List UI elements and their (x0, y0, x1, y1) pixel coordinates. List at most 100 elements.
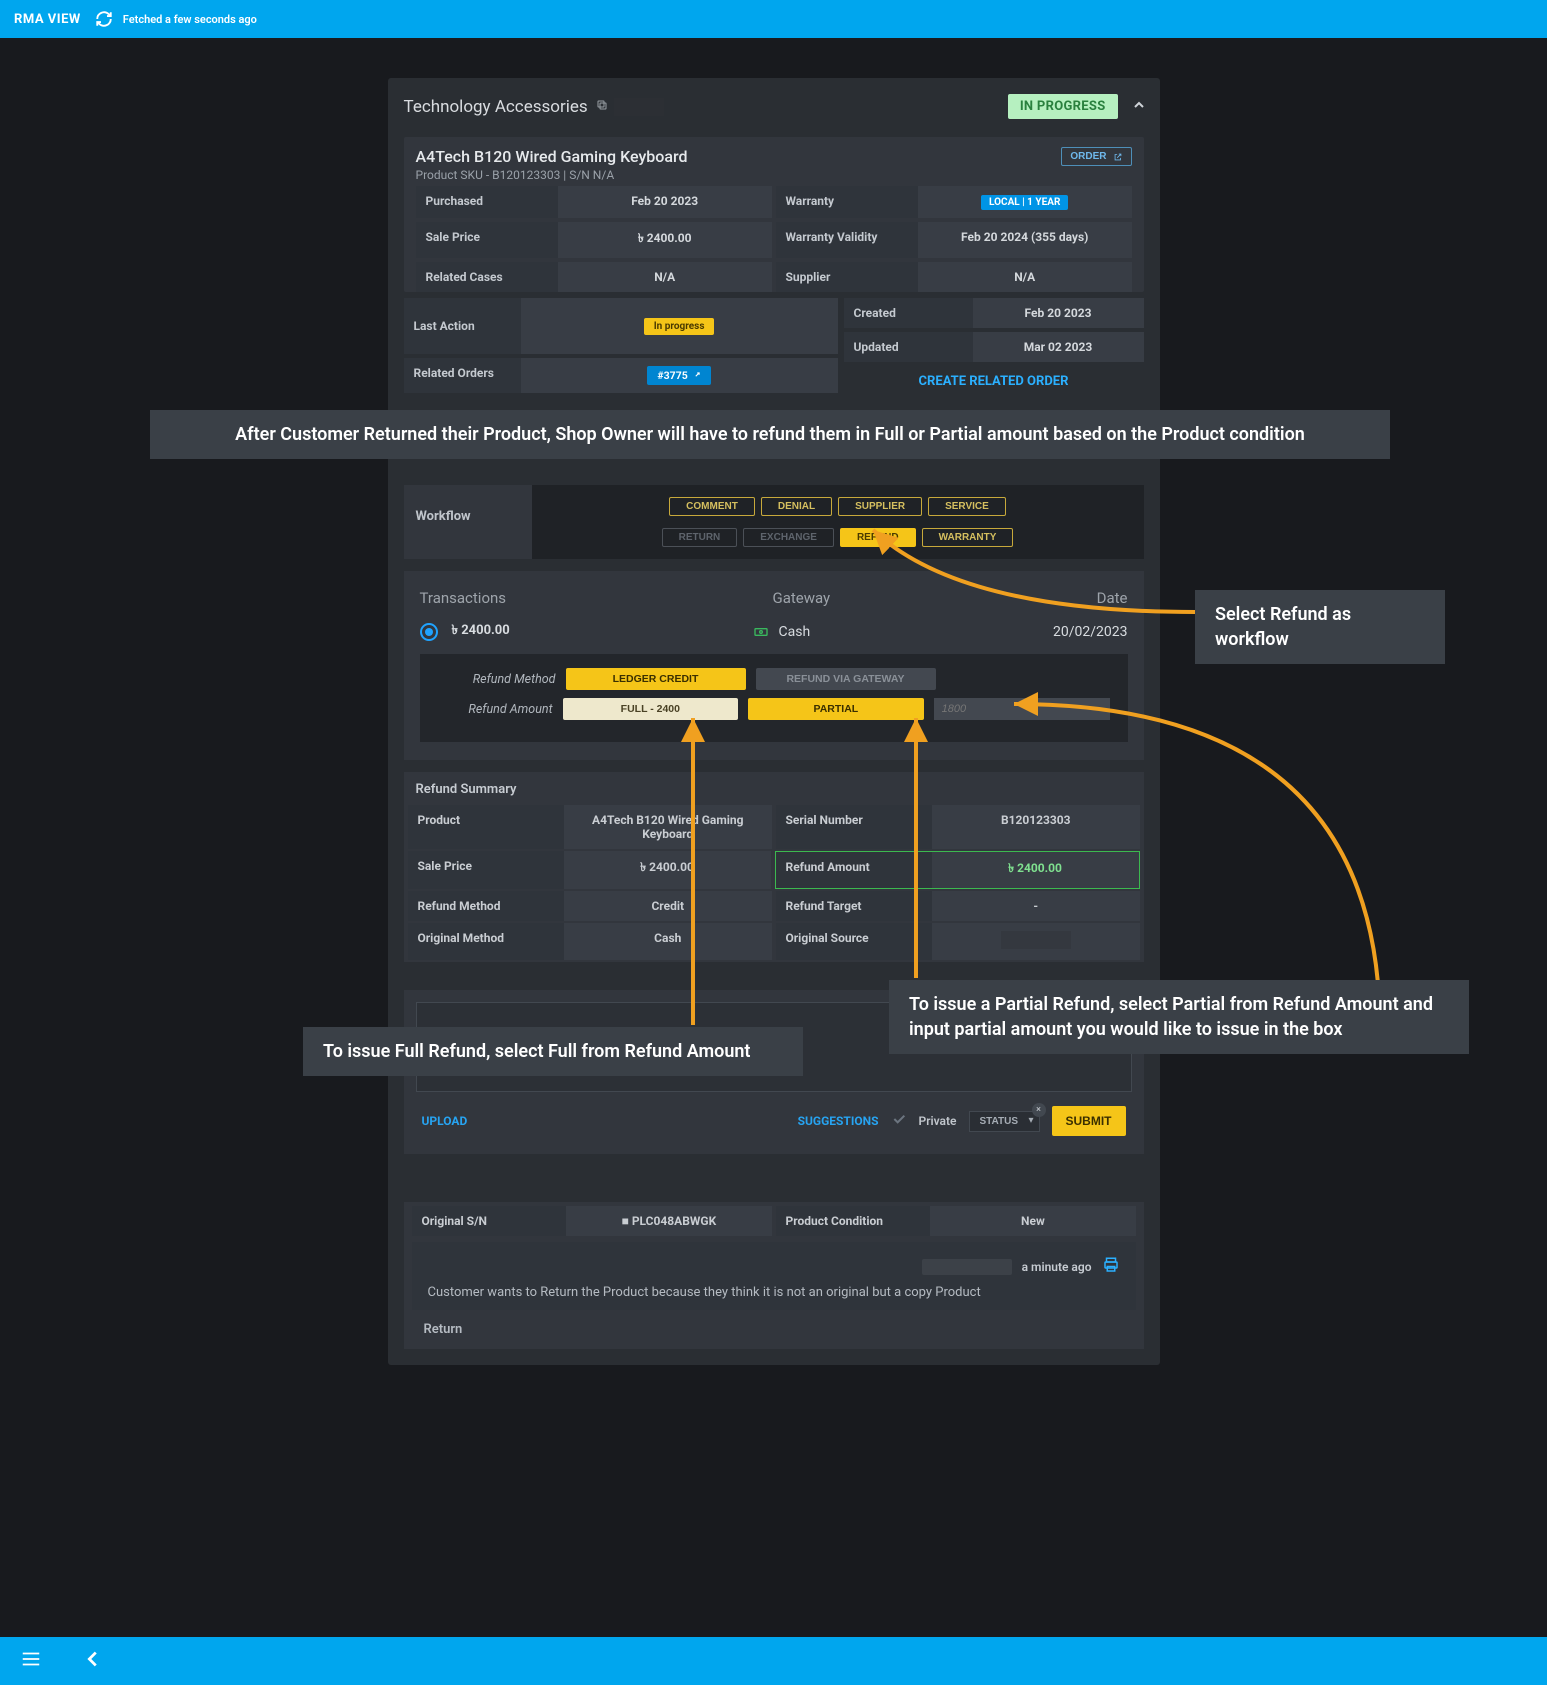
topbar: RMA VIEW Fetched a few seconds ago (0, 0, 1547, 38)
chip-comment[interactable]: COMMENT (669, 497, 755, 516)
updated-k: Updated (844, 332, 973, 362)
private-label[interactable]: Private (919, 1114, 957, 1128)
org-title: Technology Accessories (404, 97, 588, 117)
clear-status-icon[interactable]: × (1032, 1103, 1046, 1117)
s-target-v: - (932, 891, 1139, 921)
chip-exchange: EXCHANGE (743, 528, 834, 547)
h-origsn-k: Original S/N (412, 1206, 567, 1236)
warranty-k: Warranty (776, 186, 918, 218)
s-method-v: Credit (564, 891, 771, 921)
related-k: Related Cases (416, 262, 558, 292)
s-product-v: A4Tech B120 Wired Gaming Keyboard (564, 805, 771, 849)
txn-radio[interactable] (420, 623, 438, 641)
txn-amount: ৳ 2400.00 (452, 621, 510, 642)
s-saleprice-v: ৳ 2400.00 (564, 851, 771, 889)
product-sku: Product SKU - B120123303 | S/N N/A (416, 168, 688, 182)
workflow-chips: COMMENT DENIAL SUPPLIER SERVICE RETURN E… (532, 485, 1144, 559)
s-saleprice-k: Sale Price (408, 851, 564, 889)
check-icon[interactable] (891, 1111, 907, 1131)
product-card: A4Tech B120 Wired Gaming Keyboard Produc… (404, 137, 1144, 292)
copy-icon[interactable] (596, 99, 608, 115)
created-v: Feb 20 2023 (973, 298, 1144, 328)
annotation-top: After Customer Returned their Product, S… (150, 410, 1390, 459)
history-return: Return (408, 1314, 1140, 1339)
refund-summary: Refund Summary ProductA4Tech B120 Wired … (404, 772, 1144, 962)
history-text: a minute ago Customer wants to Return th… (412, 1242, 1136, 1310)
rma-panel: Technology Accessories IN PROGRESS A4Tec… (388, 78, 1160, 1365)
order-button[interactable]: ORDER (1061, 147, 1131, 166)
chip-service[interactable]: SERVICE (928, 497, 1006, 516)
refund-amount-k: Refund Amount (438, 702, 553, 717)
validity-k: Warranty Validity (776, 222, 918, 258)
workflow-label: Workflow (404, 485, 532, 559)
ledger-credit-button[interactable]: LEDGER CREDIT (566, 668, 746, 690)
transactions-card: Transactions Gateway Date ৳ 2400.00 Cash… (404, 571, 1144, 760)
s-target-k: Refund Target (776, 891, 933, 921)
chip-return: RETURN (662, 528, 738, 547)
h-origsn-v: ■ PLC048ABWGK (566, 1206, 771, 1236)
s-source-v (932, 923, 1139, 960)
fetched-label: Fetched a few seconds ago (123, 13, 257, 26)
s-refundamt-v: ৳ 2400.00 (932, 852, 1139, 888)
s-method-k: Refund Method (408, 891, 565, 921)
caret-up-icon[interactable] (1134, 99, 1144, 114)
purchased-v: Feb 20 2023 (558, 186, 772, 218)
txn-h3: Date (1097, 589, 1128, 607)
validity-v: Feb 20 2024 (355 days) (918, 222, 1132, 258)
saleprice-k: Sale Price (416, 222, 558, 258)
status-select[interactable]: STATUS (969, 1111, 1040, 1132)
annotation-partial: To issue a Partial Refund, select Partia… (889, 980, 1469, 1054)
history-card: Original S/N■ PLC048ABWGK Product Condit… (404, 1202, 1144, 1349)
refund-via-gateway-button[interactable]: REFUND VIA GATEWAY (756, 668, 936, 690)
suggestions-button[interactable]: SUGGESTIONS (798, 1114, 879, 1128)
h-cond-k: Product Condition (776, 1206, 931, 1236)
annotation-full: To issue Full Refund, select Full from R… (303, 1027, 803, 1076)
txn-h1: Transactions (420, 589, 507, 607)
back-icon[interactable] (82, 1648, 104, 1674)
refund-method-k: Refund Method (438, 672, 556, 687)
s-orig-v: Cash (564, 923, 771, 960)
s-orig-k: Original Method (408, 923, 565, 960)
s-serial-v: B120123303 (932, 805, 1139, 849)
s-product-k: Product (408, 805, 565, 849)
s-source-k: Original Source (776, 923, 933, 960)
submit-button[interactable]: SUBMIT (1052, 1106, 1126, 1136)
supplier-v: N/A (918, 262, 1132, 292)
chip-refund[interactable]: REFUND (840, 528, 916, 547)
warranty-v: LOCAL | 1 YEAR (918, 186, 1132, 218)
inprogress-badge: In progress (644, 318, 715, 335)
s-serial-k: Serial Number (776, 805, 933, 849)
saleprice-v: ৳ 2400.00 (558, 222, 772, 258)
updated-v: Mar 02 2023 (973, 332, 1144, 362)
upload-button[interactable]: UPLOAD (422, 1114, 468, 1128)
s-refundamt-k: Refund Amount (776, 852, 932, 888)
supplier-k: Supplier (776, 262, 918, 292)
created-k: Created (844, 298, 973, 328)
status-badge[interactable]: IN PROGRESS (1008, 94, 1118, 119)
chip-supplier[interactable]: SUPPLIER (838, 497, 922, 516)
summary-title: Refund Summary (404, 782, 1144, 805)
printer-icon[interactable] (1102, 1256, 1120, 1277)
create-related-order[interactable]: CREATE RELATED ORDER (844, 366, 1144, 397)
history-time: a minute ago (1022, 1260, 1092, 1274)
product-name: A4Tech B120 Wired Gaming Keyboard (416, 147, 688, 166)
txn-gateway: Cash (779, 624, 811, 640)
menu-icon[interactable] (20, 1648, 42, 1674)
lastaction-k: Last Action (404, 298, 521, 354)
full-refund-button[interactable]: FULL - 2400 (563, 698, 739, 720)
relorders-k: Related Orders (404, 358, 521, 393)
related-order-chip[interactable]: #3775 (647, 366, 710, 385)
partial-refund-button[interactable]: PARTIAL (748, 698, 924, 720)
chip-denial[interactable]: DENIAL (761, 497, 832, 516)
app-title: RMA VIEW (14, 12, 81, 27)
txn-h2: Gateway (773, 589, 831, 607)
chip-warranty[interactable]: WARRANTY (922, 528, 1014, 547)
history-user-redacted (922, 1259, 1012, 1275)
h-cond-v: New (930, 1206, 1135, 1236)
refresh-icon[interactable] (95, 10, 113, 28)
purchased-k: Purchased (416, 186, 558, 218)
bottombar (0, 1637, 1547, 1685)
cash-icon (753, 624, 769, 640)
partial-amount-input[interactable] (934, 698, 1110, 720)
related-v: N/A (558, 262, 772, 292)
